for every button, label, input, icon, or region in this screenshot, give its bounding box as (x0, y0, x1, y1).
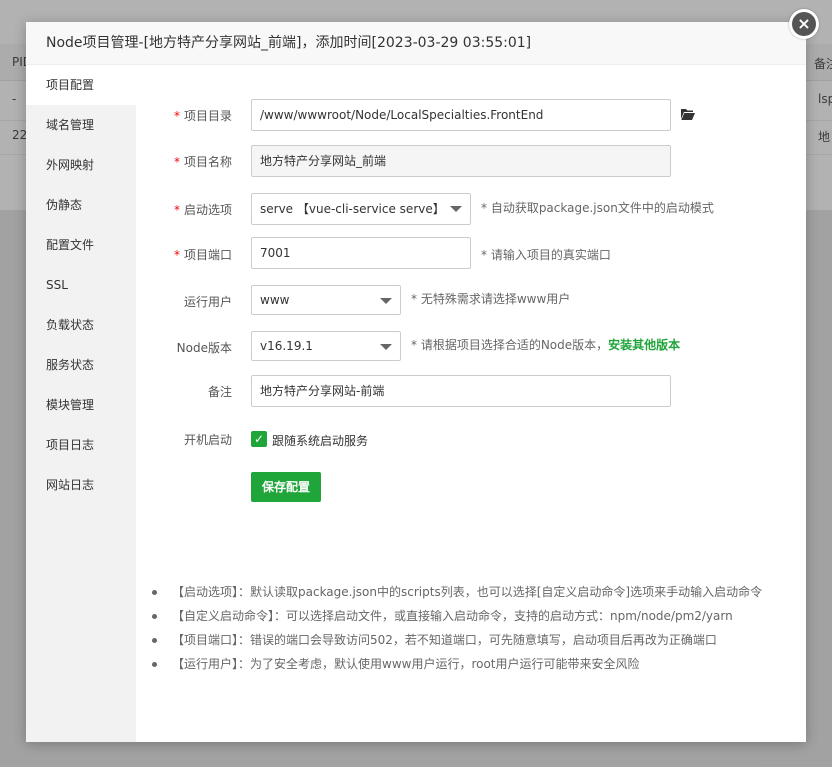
project-dir-input[interactable]: /www/wwwroot/Node/LocalSpecialties.Front… (251, 99, 671, 131)
project-name-row: * 项目名称 地方特产分享网站_前端 (136, 145, 806, 177)
sidebar-item-external-mapping[interactable]: 外网映射 (26, 145, 136, 185)
autostart-label: 开机启动 (183, 433, 232, 447)
node-version-hint: * 请根据项目选择合适的Node版本，安装其他版本 (411, 336, 680, 353)
start-option-label: * 启动选项 (136, 201, 232, 218)
node-project-modal: Node项目管理-[地方特产分享网站_前端]，添加时间[2023-03-29 0… (26, 22, 806, 742)
chevron-down-icon (450, 206, 462, 212)
autostart-row: 开机启动 ✓ 跟随系统启动服务 (136, 430, 806, 450)
start-option-value: serve 【vue-cli-service serve】 (260, 202, 445, 216)
node-version-value: v16.19.1 (260, 339, 313, 353)
project-port-row: * 项目端口 7001 * 请输入项目的真实端口 (136, 237, 806, 269)
project-name-label-text: 项目名称 (183, 155, 232, 169)
sidebar-item-ssl[interactable]: SSL (26, 265, 136, 305)
list-item: 【启动选项】：默认读取package.json中的scripts列表，也可以选择… (150, 583, 762, 607)
list-item: 【运行用户】：为了安全考虑，默认使用www用户运行，root用户运行可能带来安全… (150, 655, 762, 679)
sidebar-item-service-status[interactable]: 服务状态 (26, 345, 136, 385)
install-other-versions-link[interactable]: 安装其他版本 (608, 338, 680, 352)
save-config-button[interactable]: 保存配置 (251, 472, 321, 502)
sidebar-item-domain[interactable]: 域名管理 (26, 105, 136, 145)
chevron-down-icon (380, 344, 392, 350)
close-icon: × (792, 12, 816, 36)
sidebar-item-load-status[interactable]: 负载状态 (26, 305, 136, 345)
project-dir-row: * 项目目录 /www/wwwroot/Node/LocalSpecialties… (136, 99, 806, 131)
start-option-select[interactable]: serve 【vue-cli-service serve】 (251, 193, 471, 225)
start-option-hint: * 自动获取package.json文件中的启动模式 (481, 201, 714, 215)
sidebar-item-project-log[interactable]: 项目日志 (26, 425, 136, 465)
node-version-hint-text: * 请根据项目选择合适的Node版本， (411, 338, 609, 352)
start-option-label-text: 启动选项 (183, 203, 232, 217)
sidebar-item-config-file[interactable]: 配置文件 (26, 225, 136, 265)
folder-open-icon[interactable] (681, 108, 695, 120)
run-user-select[interactable]: www (251, 285, 401, 315)
remark-row: 备注 地方特产分享网站-前端 (136, 375, 806, 407)
modal-title: Node项目管理-[地方特产分享网站_前端]，添加时间[2023-03-29 0… (26, 22, 806, 65)
node-version-select[interactable]: v16.19.1 (251, 331, 401, 361)
run-user-hint: * 无特殊需求请选择www用户 (411, 292, 571, 306)
run-user-value: www (260, 293, 290, 307)
required-mark: * (173, 155, 180, 169)
sidebar-item-project-config[interactable]: 项目配置 (26, 65, 136, 105)
modal-sidebar: 项目配置 域名管理 外网映射 伪静态 配置文件 SSL 负载状态 服务状态 模块… (26, 65, 136, 742)
project-dir-label: * 项目目录 (136, 107, 232, 124)
project-port-label-text: 项目端口 (183, 248, 232, 262)
node-version-row: Node版本 v16.19.1 * 请根据项目选择合适的Node版本，安装其他版… (136, 331, 806, 361)
required-mark: * (173, 203, 180, 217)
autostart-checkbox[interactable]: ✓ (251, 431, 267, 447)
project-port-hint: * 请输入项目的真实端口 (481, 248, 611, 262)
chevron-down-icon (380, 298, 392, 304)
remark-input[interactable]: 地方特产分享网站-前端 (251, 375, 671, 407)
list-item: 【项目端口】：错误的端口会导致访问502，若不知道端口，可先随意填写，启动项目后… (150, 631, 762, 655)
required-mark: * (173, 109, 180, 123)
run-user-label: 运行用户 (183, 295, 232, 309)
sidebar-item-site-log[interactable]: 网站日志 (26, 465, 136, 505)
sidebar-item-rewrite[interactable]: 伪静态 (26, 185, 136, 225)
project-name-input[interactable]: 地方特产分享网站_前端 (251, 145, 671, 177)
start-option-row: * 启动选项 serve 【vue-cli-service serve】 * 自动… (136, 193, 806, 225)
remark-label: 备注 (207, 385, 232, 399)
project-dir-label-text: 项目目录 (183, 109, 232, 123)
run-user-row: 运行用户 www * 无特殊需求请选择www用户 (136, 285, 806, 315)
autostart-checkbox-label[interactable]: 跟随系统启动服务 (272, 432, 368, 449)
required-mark: * (173, 248, 180, 262)
project-config-form: * 项目目录 /www/wwwroot/Node/LocalSpecialties… (136, 65, 806, 742)
close-button[interactable]: × (789, 9, 819, 39)
project-port-label: * 项目端口 (136, 246, 232, 263)
project-name-label: * 项目名称 (136, 153, 232, 170)
node-version-label: Node版本 (176, 341, 232, 355)
help-notes-list: 【启动选项】：默认读取package.json中的scripts列表，也可以选择… (150, 583, 762, 679)
list-item: 【自定义启动命令】：可以选择启动文件，或直接输入启动命令，支持的启动方式：npm… (150, 607, 762, 631)
project-port-input[interactable]: 7001 (251, 237, 471, 269)
sidebar-item-modules[interactable]: 模块管理 (26, 385, 136, 425)
